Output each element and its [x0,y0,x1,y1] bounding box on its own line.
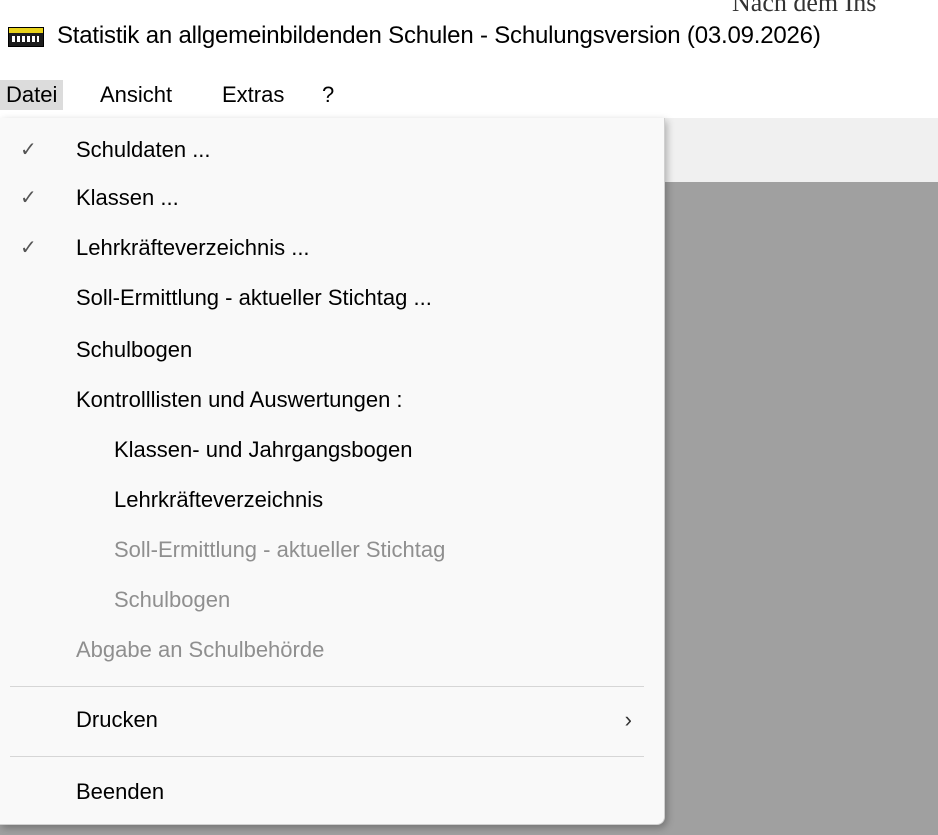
menu-item-lehrkraefteverzeichnis-report[interactable]: Lehrkräfteverzeichnis [10,476,654,524]
check-icon: ✓ [20,237,37,259]
chevron-right-icon: › [624,707,632,732]
menu-item-kontrolllisten-header: Kontrolllisten und Auswertungen : [10,376,654,424]
menu-datei[interactable]: Datei [0,80,64,110]
menu-item-label: Schulbogen [76,337,193,362]
menu-item-schulbogen[interactable]: Schulbogen [10,326,654,374]
check-icon: ✓ [20,139,37,161]
menu-extras[interactable]: Extras [216,80,290,110]
menu-item-label: Schulbogen [114,587,231,612]
menu-item-soll-ermittlung-report: Soll-Ermittlung - aktueller Stichtag [10,526,654,574]
menu-separator [10,686,644,687]
menu-item-drucken[interactable]: Drucken › [10,696,654,744]
menu-item-abgabe: Abgabe an Schulbehörde [10,626,654,674]
menu-ansicht[interactable]: Ansicht [94,80,178,110]
menu-item-label: Drucken [76,707,158,732]
menu-item-label: Klassen ... [76,185,179,210]
menu-item-label: Soll-Ermittlung - aktueller Stichtag ... [76,285,432,310]
menu-item-klassen-jahrgangsbogen[interactable]: Klassen- und Jahrgangsbogen [10,426,654,474]
background-window-text: Nach dem Ins [732,0,877,17]
window-title: Statistik an allgemeinbildenden Schulen … [57,22,821,49]
datei-dropdown-menu: ✓ Schuldaten ... ✓ Klassen ... ✓ Lehrkrä… [0,118,665,825]
title-bar: Statistik an allgemeinbildenden Schulen … [0,0,938,72]
menu-separator [10,756,644,757]
menu-help[interactable]: ? [316,80,340,110]
menu-item-label: Soll-Ermittlung - aktueller Stichtag [114,537,446,562]
menu-item-label: Klassen- und Jahrgangsbogen [114,437,413,462]
app-icon [8,27,44,47]
menu-item-beenden[interactable]: Beenden [10,768,654,816]
menu-item-label: Beenden [76,779,165,804]
menu-item-schuldaten[interactable]: ✓ Schuldaten ... [10,126,654,174]
menu-item-label: Lehrkräfteverzeichnis ... [76,235,310,260]
check-icon: ✓ [20,187,37,209]
menu-section-label: Kontrolllisten und Auswertungen : [76,387,403,412]
menu-bar: Datei Ansicht Extras ? [0,72,938,118]
menu-item-klassen[interactable]: ✓ Klassen ... [10,174,654,222]
menu-item-label: Schuldaten ... [76,137,211,162]
menu-item-lehrkraefteverzeichnis[interactable]: ✓ Lehrkräfteverzeichnis ... [10,224,654,272]
menu-item-schulbogen-report: Schulbogen [10,576,654,624]
menu-item-label: Lehrkräfteverzeichnis [114,487,324,512]
menu-item-label: Abgabe an Schulbehörde [76,637,325,662]
menu-item-soll-ermittlung[interactable]: Soll-Ermittlung - aktueller Stichtag ... [10,274,654,322]
